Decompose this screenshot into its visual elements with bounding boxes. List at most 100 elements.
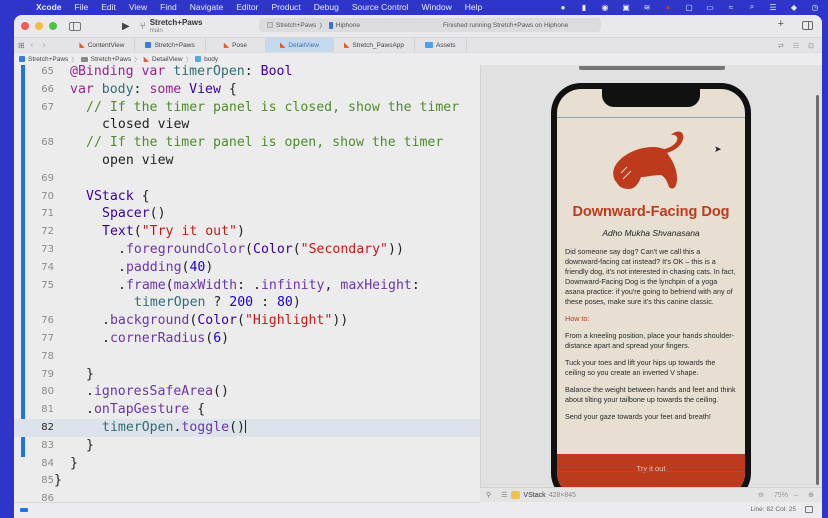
code-text: timerOpen ? 200 : 80) (134, 295, 301, 311)
selected-view-name[interactable]: VStack (523, 492, 545, 499)
code-line[interactable]: 77 .cornerRadius(6) (14, 330, 480, 348)
wifi-icon[interactable]: ≈ (726, 3, 736, 12)
cast-icon[interactable]: ≋ (642, 3, 652, 12)
tab-stretch-pawsapp[interactable]: ◣ Stretch_PawsApp (334, 37, 416, 53)
code-editor[interactable]: 65 @Binding var timerOpen: Bool 66 var body… (14, 65, 480, 502)
breadcrumb-item[interactable]: body (204, 56, 218, 63)
add-library-button[interactable]: + (778, 18, 784, 30)
menu-navigate[interactable]: Navigate (190, 2, 224, 12)
menu-editor[interactable]: Editor (236, 2, 258, 12)
tab-stretch-paws[interactable]: Stretch+Paws (135, 37, 206, 53)
code-text: .background(Color("Highlight")) (102, 313, 349, 329)
inspector-toggle-icon[interactable] (802, 21, 813, 30)
breadcrumb-item[interactable]: DetailView (152, 56, 183, 63)
code-line[interactable]: 68 // If the timer panel is open, show th… (14, 134, 480, 152)
code-text: .onTapGesture { (86, 402, 206, 418)
code-line[interactable]: 74 .padding(40) (14, 259, 480, 277)
video-icon[interactable]: ▣ (621, 3, 631, 12)
user-icon[interactable]: ◉ (600, 3, 610, 12)
run-button[interactable]: ▶ (122, 21, 130, 32)
nav-back-forward[interactable]: ‹ › (31, 42, 50, 49)
profile-icon[interactable]: ◆ (789, 3, 799, 12)
code-line[interactable]: 73 .foregroundColor(Color("Secondary")) (14, 241, 480, 259)
debug-area-toggle-icon[interactable] (805, 506, 813, 513)
chevron-right-icon: 〉 (185, 57, 193, 64)
filter-icon[interactable] (20, 508, 28, 512)
scheme-selector[interactable]: Stretch+Paws main (150, 18, 203, 34)
code-line[interactable]: 67 // If the timer panel is closed, show … (14, 99, 480, 117)
line-number: 86 (41, 493, 54, 502)
editor-options-icon[interactable]: ☷ (793, 42, 799, 50)
app-dot-icon[interactable]: ● (663, 3, 673, 12)
code-line[interactable]: 72 Text("Try it out") (14, 223, 480, 241)
code-line[interactable]: 65 @Binding var timerOpen: Bool (14, 65, 480, 81)
zoom-out-icon[interactable]: ⊖ (758, 491, 764, 499)
search-icon[interactable]: ⌕ (747, 2, 757, 12)
zoom-level[interactable]: 75% (774, 492, 788, 499)
screen-icon[interactable]: ▢ (684, 3, 694, 12)
menu-edit[interactable]: Edit (101, 2, 116, 12)
code-line[interactable]: 66 var body: some View { (14, 81, 480, 99)
code-line[interactable]: 81 .onTapGesture { (14, 401, 480, 419)
code-line[interactable]: open view (14, 152, 480, 170)
tab-pose[interactable]: ◣ Pose (206, 37, 266, 53)
code-line[interactable]: closed view (14, 116, 480, 134)
tab-label: Pose (232, 41, 247, 49)
code-line[interactable]: 86 (14, 490, 480, 502)
canvas-scrollbar[interactable] (816, 95, 819, 485)
battery-icon[interactable]: ▭ (705, 3, 715, 12)
tab-contentview[interactable]: ◣ ContentView (69, 37, 136, 53)
code-text: } (54, 473, 62, 489)
list-icon[interactable]: ☰ (501, 491, 507, 499)
record-icon[interactable]: ● (558, 3, 568, 12)
tab-detailview[interactable]: ◣ DetailView (265, 37, 334, 53)
clock-icon[interactable]: ◷ (810, 3, 820, 12)
zoom-reset[interactable]: – (794, 492, 798, 499)
menu-find[interactable]: Find (160, 2, 177, 12)
code-line[interactable]: 71 Spacer() (14, 205, 480, 223)
code-line[interactable]: 70 VStack { (14, 188, 480, 206)
code-line[interactable]: 80 .ignoresSafeArea() (14, 383, 480, 401)
breadcrumb-item[interactable]: Stretch+Paws (28, 56, 68, 63)
code-line[interactable]: 75 .frame(maxWidth: .infinity, maxHeight: (14, 277, 480, 295)
code-lines[interactable]: 65 @Binding var timerOpen: Bool 66 var body… (14, 65, 480, 502)
pin-icon[interactable]: ⚲ (486, 491, 491, 499)
code-line[interactable]: 79} (14, 366, 480, 384)
menu-app[interactable]: Xcode (36, 2, 62, 12)
navigator-toggle-icon[interactable] (69, 21, 81, 31)
menu-debug[interactable]: Debug (314, 2, 339, 12)
related-items-icon[interactable]: ⇄ (778, 42, 784, 50)
close-window-button[interactable] (21, 22, 29, 30)
code-line[interactable]: 69 (14, 170, 480, 188)
tab-assets[interactable]: Assets (415, 37, 467, 53)
code-line[interactable]: 78 (14, 348, 480, 366)
code-line[interactable]: 76 .background(Color("Highlight")) (14, 312, 480, 330)
zoom-in-icon[interactable]: ⊕ (808, 491, 814, 499)
control-center-icon[interactable]: ☰ (768, 3, 778, 12)
preview-canvas[interactable]: Downward-Facing Dog Adho Mukha Shvanasan… (480, 65, 822, 487)
code-line[interactable]: 85} (14, 472, 480, 490)
preview-header (481, 65, 822, 71)
menu-help[interactable]: Help (465, 2, 482, 12)
line-number: 66 (41, 83, 54, 95)
add-editor-icon[interactable]: ⊡ (808, 42, 814, 50)
timer-panel[interactable]: Try it out (557, 454, 745, 487)
menu-product[interactable]: Product (271, 2, 300, 12)
menu-source-control[interactable]: Source Control (352, 2, 409, 12)
run-destination[interactable]: Stretch+Paws 〉 Hiphone (267, 20, 360, 30)
menu-file[interactable]: File (75, 2, 89, 12)
code-line[interactable]: timerOpen ? 200 : 80) (14, 294, 480, 312)
editor-options: ⇄ ☷ ⊡ (778, 38, 814, 53)
safe-area-guide (557, 117, 745, 118)
vstack-icon (511, 491, 521, 499)
code-line[interactable]: 84} (14, 455, 480, 473)
zoom-window-button[interactable] (49, 22, 57, 30)
breadcrumb-item[interactable]: Stretch+Paws (91, 56, 131, 63)
microphone-icon[interactable]: ▮ (579, 3, 589, 12)
minimize-window-button[interactable] (35, 22, 43, 30)
menu-window[interactable]: Window (422, 2, 452, 12)
grid-icon[interactable]: ⊞ (18, 41, 25, 50)
code-line[interactable]: 83} (14, 437, 480, 455)
menu-view[interactable]: View (129, 2, 147, 12)
code-line[interactable]: 82 timerOpen.toggle() (14, 418, 480, 437)
